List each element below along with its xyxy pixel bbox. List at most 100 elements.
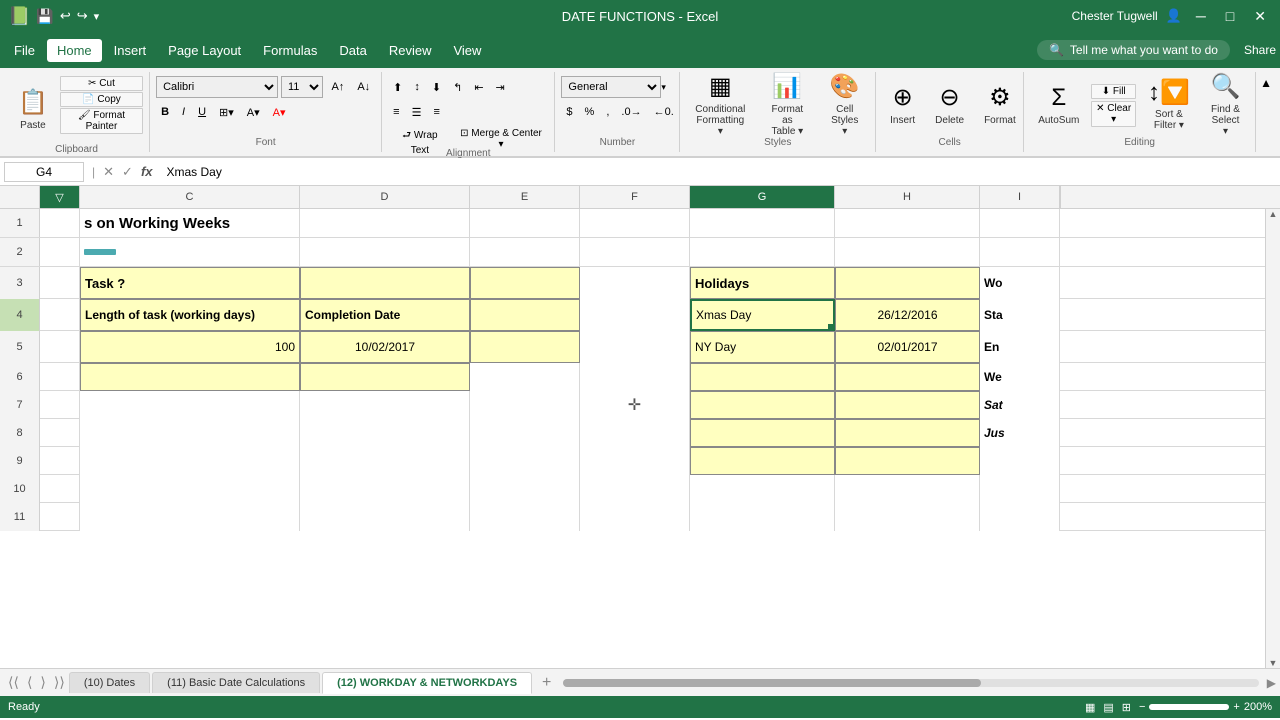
cell-i8[interactable]: Jus [980, 419, 1060, 447]
cell-e10[interactable] [470, 475, 580, 503]
align-center-button[interactable]: ☰ [407, 101, 427, 123]
border-button[interactable]: ⊞▾ [214, 101, 239, 123]
cell-d6[interactable] [300, 363, 470, 391]
save-icon[interactable]: 💾 [36, 8, 53, 25]
sheet-nav-last[interactable]: ⟩⟩ [50, 674, 69, 691]
cell-i7[interactable]: Sat [980, 391, 1060, 419]
wrap-text-button[interactable]: ⮐ Wrap Text [388, 126, 451, 148]
menu-insert[interactable]: Insert [104, 39, 157, 62]
cell-h2[interactable] [835, 238, 980, 266]
cell-h11[interactable] [835, 503, 980, 531]
normal-view-icon[interactable]: ▤ [1103, 701, 1113, 714]
page-break-view-icon[interactable]: ⊞ [1122, 701, 1131, 714]
cell-h9[interactable] [835, 447, 980, 475]
cell-c10[interactable] [80, 475, 300, 503]
zoom-slider[interactable] [1149, 704, 1229, 710]
col-header-e[interactable]: E [470, 186, 580, 208]
italic-button[interactable]: I [177, 101, 190, 123]
conditional-formatting-button[interactable]: ▦ ConditionalFormatting ▾ [686, 71, 754, 139]
cell-d2[interactable] [300, 238, 470, 266]
font-family-select[interactable]: Calibri [156, 76, 278, 98]
cell-f9[interactable] [580, 447, 690, 475]
cell-e7[interactable] [470, 391, 580, 419]
menu-page-layout[interactable]: Page Layout [158, 39, 251, 62]
menu-home[interactable]: Home [47, 39, 102, 62]
cell-f4[interactable] [580, 299, 690, 331]
col-header-f[interactable]: F [580, 186, 690, 208]
underline-button[interactable]: U [193, 101, 211, 123]
cell-g2[interactable] [690, 238, 835, 266]
minimize-button[interactable]: ─ [1190, 8, 1212, 24]
function-icon[interactable]: fx [141, 164, 153, 179]
cell-g1[interactable] [690, 209, 835, 237]
col-header-c[interactable]: C [80, 186, 300, 208]
cell-f5[interactable] [580, 331, 690, 363]
decrease-decimal-button[interactable]: ←0. [649, 101, 679, 123]
cell-c3[interactable]: Task ? [80, 267, 300, 299]
fill-color-button[interactable]: A▾ [242, 101, 265, 123]
cell-d4[interactable]: Completion Date [300, 299, 470, 331]
paste-button[interactable]: 📋 Paste [10, 76, 56, 144]
sheet-nav-next[interactable]: ⟩ [36, 674, 49, 691]
cell-d5[interactable]: 10/02/2017 [300, 331, 470, 363]
menu-file[interactable]: File [4, 39, 45, 62]
cell-g7[interactable] [690, 391, 835, 419]
cell-d7[interactable] [300, 391, 470, 419]
menu-data[interactable]: Data [329, 39, 376, 62]
cell-h4[interactable]: 26/12/2016 [835, 299, 980, 331]
vertical-scrollbar[interactable]: ▲ ▼ [1265, 209, 1280, 668]
cell-d8[interactable] [300, 419, 470, 447]
accounting-button[interactable]: $ [561, 101, 577, 123]
cell-f1[interactable] [580, 209, 690, 237]
sheet-tab-workday[interactable]: (12) WORKDAY & NETWORKDAYS [322, 672, 532, 694]
cell-e11[interactable] [470, 503, 580, 531]
cell-e5[interactable] [470, 331, 580, 363]
indent-increase-button[interactable]: ⇥ [491, 76, 510, 98]
cell-i11[interactable] [980, 503, 1060, 531]
align-right-button[interactable]: ≡ [428, 101, 444, 123]
cell-i2[interactable] [980, 238, 1060, 266]
delete-button[interactable]: ⊖ Delete [927, 71, 972, 139]
increase-font-button[interactable]: A↑ [326, 76, 349, 98]
cell-styles-button[interactable]: 🎨 CellStyles ▾ [820, 71, 869, 139]
sheet-nav-first[interactable]: ⟨⟨ [4, 674, 23, 691]
decrease-font-button[interactable]: A↓ [352, 76, 375, 98]
cell-g5[interactable]: NY Day [690, 331, 835, 363]
align-left-button[interactable]: ≡ [388, 101, 404, 123]
scroll-down-button[interactable]: ▼ [1269, 658, 1278, 668]
fill-button[interactable]: ⬇ Fill [1091, 84, 1136, 99]
cell-i5[interactable]: En [980, 331, 1060, 363]
cell-e9[interactable] [470, 447, 580, 475]
cell-d1[interactable] [300, 209, 470, 237]
cell-g4[interactable]: Xmas Day [690, 299, 835, 331]
percent-button[interactable]: % [580, 101, 600, 123]
cell-c9[interactable] [80, 447, 300, 475]
sheet-nav-prev[interactable]: ⟨ [23, 674, 36, 691]
cell-f11[interactable] [580, 503, 690, 531]
cell-c1[interactable]: s on Working Weeks [80, 209, 300, 237]
share-button[interactable]: Share [1244, 43, 1276, 57]
col-header-i[interactable]: I [980, 186, 1060, 208]
col-header-h[interactable]: H [835, 186, 980, 208]
cell-f6[interactable] [580, 363, 690, 391]
text-direction-button[interactable]: ↰ [448, 76, 467, 98]
menu-review[interactable]: Review [379, 39, 442, 62]
cell-c4[interactable]: Length of task (working days) [80, 299, 300, 331]
page-layout-icon[interactable]: ▦ [1085, 701, 1095, 714]
sheet-tab-basic-date-calc[interactable]: (11) Basic Date Calculations [152, 672, 320, 693]
cell-c11[interactable] [80, 503, 300, 531]
cell-g3[interactable]: Holidays [690, 267, 835, 299]
horizontal-scrollbar-thumb[interactable] [563, 679, 980, 687]
quick-access-more[interactable]: ▾ [94, 10, 100, 23]
col-header-d[interactable]: D [300, 186, 470, 208]
insert-button[interactable]: ⊕ Insert [882, 71, 923, 139]
cell-h8[interactable] [835, 419, 980, 447]
align-bottom-button[interactable]: ⬇ [427, 76, 446, 98]
comma-button[interactable]: , [601, 101, 614, 123]
cell-f2[interactable] [580, 238, 690, 266]
sort-filter-button[interactable]: ↕🔽 Sort &Filter ▾ [1140, 71, 1198, 139]
cell-c2[interactable] [80, 238, 300, 266]
sheet-tab-dates[interactable]: (10) Dates [69, 672, 150, 693]
col-header-row-selector[interactable]: ▽ [40, 186, 80, 208]
merge-center-button[interactable]: ⊡ Merge & Center ▾ [454, 126, 549, 148]
